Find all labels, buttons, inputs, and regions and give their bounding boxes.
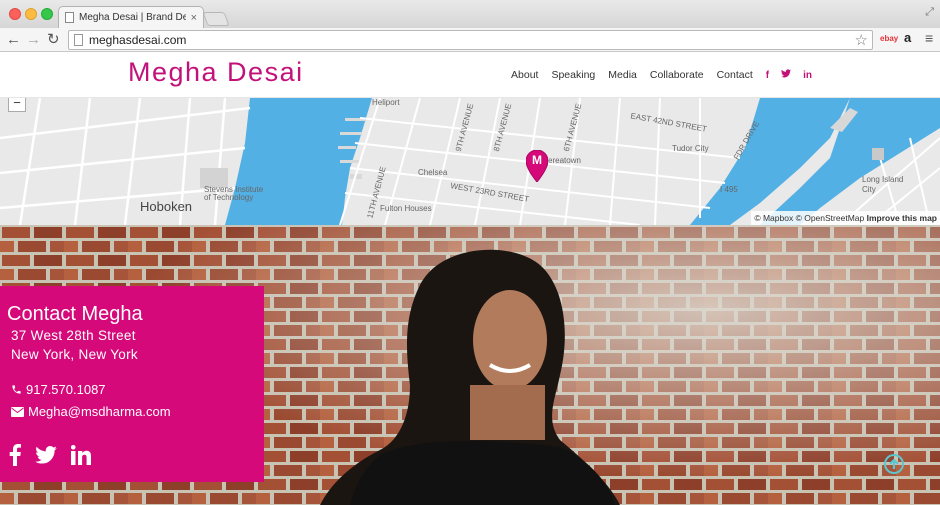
browser-titlebar: Megha Desai | Brand Deve × ⤢ [0, 0, 940, 28]
address-line-2: New York, New York [11, 347, 138, 362]
nav-link-collaborate[interactable]: Collaborate [650, 69, 704, 81]
site-logo[interactable]: Megha Desai [128, 57, 304, 88]
fullscreen-icon[interactable]: ⤢ [925, 6, 934, 19]
map-label-i495: I 495 [720, 185, 738, 194]
twitter-icon[interactable] [35, 446, 57, 464]
improve-map-link[interactable]: Improve this map [867, 213, 937, 223]
map-label-fulton-houses: Fulton Houses [380, 204, 432, 213]
nav-link-about[interactable]: About [511, 69, 538, 81]
bookmark-star-icon[interactable]: ☆ [855, 31, 868, 49]
back-arrow-icon[interactable]: ← [6, 31, 21, 49]
linkedin-icon[interactable] [71, 445, 91, 465]
location-map[interactable]: − Hoboken Stevens Institute of Technolog… [0, 98, 940, 225]
map-attribution: © Mapbox © OpenStreetMap Improve this ma… [751, 211, 940, 225]
contact-card: Contact Megha 37 West 28th Street New Yo… [0, 286, 264, 482]
close-tab-icon[interactable]: × [191, 12, 197, 24]
browser-tab[interactable]: Megha Desai | Brand Deve × [58, 6, 204, 28]
close-window-button[interactable] [9, 8, 21, 20]
map-label-hoboken: Hoboken [140, 199, 193, 214]
map-label-stevens: Stevens Institute of Technology [204, 185, 264, 202]
map-label-long-island-city: Long Island City [862, 175, 904, 194]
map-label-garment: ereatown [548, 156, 581, 165]
hamburger-menu-icon[interactable]: ≡ [925, 30, 933, 46]
ebay-extension-icon[interactable]: ebay [880, 34, 898, 43]
browser-toolbar: ← → ↻ meghasdesai.com ☆ ebay a ≡ [0, 28, 940, 52]
osm-attribution-link[interactable]: © OpenStreetMap [796, 213, 865, 223]
twitter-icon[interactable] [781, 69, 792, 81]
minimize-window-button[interactable] [25, 8, 37, 20]
facebook-icon[interactable]: f [766, 70, 769, 81]
phone-icon [12, 385, 21, 394]
new-tab-button[interactable] [202, 12, 230, 26]
site-header: Megha Desai About Speaking Media Collabo… [0, 53, 940, 98]
url-text[interactable]: meghasdesai.com [89, 33, 186, 47]
hero-section: Contact Megha 37 West 28th Street New Yo… [0, 225, 940, 505]
contact-social-links [9, 444, 91, 466]
back-to-top-arrow-icon[interactable] [884, 454, 904, 474]
map-marker-letter: M [532, 153, 542, 167]
nav-link-contact[interactable]: Contact [717, 69, 753, 81]
page-icon [65, 12, 74, 23]
tab-title: Megha Desai | Brand Deve [79, 12, 186, 23]
address-line-1: 37 West 28th Street [11, 328, 136, 343]
phone-row[interactable]: 917.570.1087 [11, 382, 106, 397]
nav-link-speaking[interactable]: Speaking [551, 69, 595, 81]
facebook-icon[interactable] [9, 444, 21, 466]
nav-link-media[interactable]: Media [608, 69, 637, 81]
map-label-chelsea: Chelsea [418, 168, 448, 177]
map-label-tudor-city: Tudor City [672, 144, 709, 153]
email-address[interactable]: Megha@msdharma.com [28, 404, 171, 419]
address-bar[interactable]: meghasdesai.com ☆ [68, 30, 873, 50]
contact-title: Contact Megha [7, 303, 143, 325]
linkedin-icon[interactable]: in [803, 70, 812, 81]
reload-icon[interactable]: ↻ [47, 31, 60, 49]
mapbox-attribution-link[interactable]: © Mapbox [754, 213, 793, 223]
email-row[interactable]: Megha@msdharma.com [11, 404, 171, 419]
zoom-window-button[interactable] [41, 8, 53, 20]
page-icon [74, 34, 83, 46]
map-zoom-out-button[interactable]: − [8, 98, 26, 112]
main-nav: About Speaking Media Collaborate Contact… [511, 66, 940, 84]
forward-arrow-icon[interactable]: → [26, 31, 41, 49]
map-label-heliport: Heliport [372, 98, 400, 107]
phone-number[interactable]: 917.570.1087 [26, 382, 106, 397]
map-marker-pin[interactable]: M [525, 149, 549, 183]
envelope-icon [11, 406, 24, 417]
amazon-extension-icon[interactable]: a [904, 30, 911, 45]
